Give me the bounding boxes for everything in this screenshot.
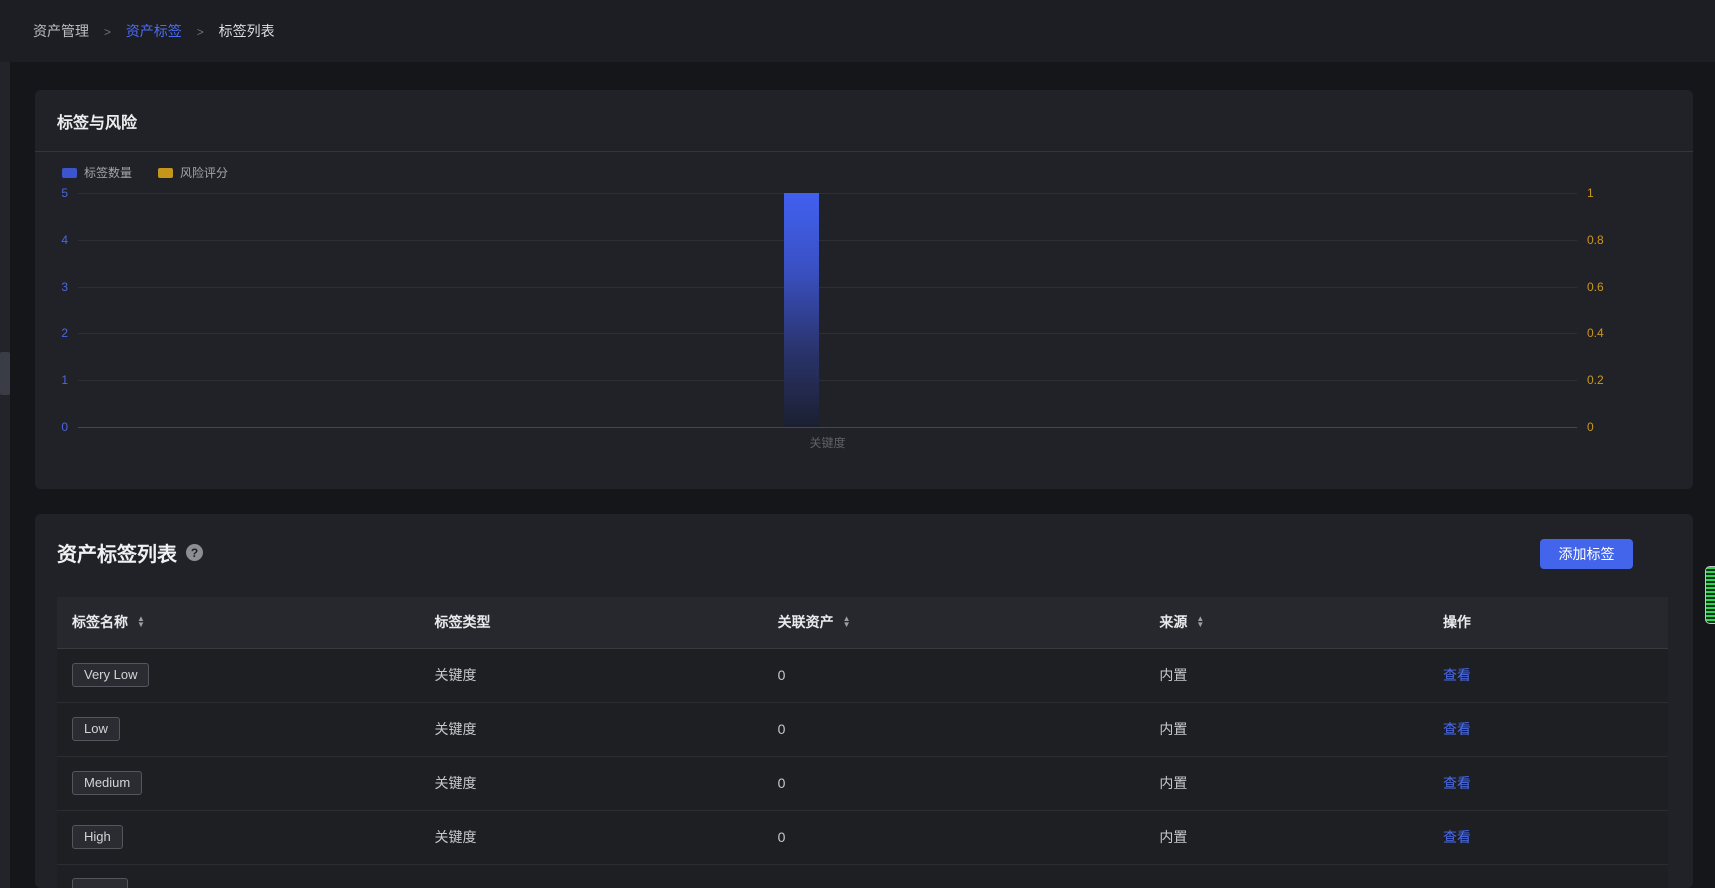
tag-type-cell: 关键度: [419, 648, 762, 702]
chart-card-header: 标签与风险: [35, 90, 1693, 152]
right-axis-tick: 1: [1587, 186, 1594, 200]
legend-item-risk-score[interactable]: 风险评分: [158, 164, 228, 181]
gridline: [78, 240, 1577, 241]
left-axis-tick: 3: [61, 280, 68, 294]
tag-name-badge: High: [72, 825, 123, 849]
breadcrumb: 资产管理 > 资产标签 > 标签列表: [33, 21, 275, 41]
legend-item-tag-count[interactable]: 标签数量: [62, 164, 132, 181]
column-header-actions: 操作: [1428, 597, 1668, 648]
right-edge-scrollbar-widget[interactable]: [1705, 566, 1715, 624]
bar-chart-plot: 5 4 3 2 1 0 1 0.8 0.6 0.4 0.2 0 关键度: [78, 193, 1577, 427]
legend-label: 风险评分: [180, 164, 228, 181]
column-header-tag-name[interactable]: 标签名称 ▲ ▼: [57, 597, 419, 648]
tag-name-badge: Medium: [72, 771, 142, 795]
legend-label: 标签数量: [84, 164, 132, 181]
tag-list-titlebar: 资产标签列表 ?: [57, 538, 203, 567]
view-link[interactable]: 查看: [1443, 721, 1471, 737]
tag-list-title: 资产标签列表: [57, 538, 177, 567]
breadcrumb-item-asset-tags[interactable]: 资产标签: [126, 23, 182, 39]
view-link[interactable]: 查看: [1443, 829, 1471, 845]
right-axis-tick: 0.4: [1587, 326, 1604, 340]
sort-icon[interactable]: ▲ ▼: [843, 616, 851, 628]
breadcrumb-bar: 资产管理 > 资产标签 > 标签列表: [0, 0, 1715, 62]
tag-list-card: 资产标签列表 ? 添加标签 标签名称 ▲: [35, 514, 1693, 888]
left-axis-tick: 5: [61, 186, 68, 200]
tag-name-badge: [72, 878, 128, 888]
right-axis-tick: 0.2: [1587, 373, 1604, 387]
source-cell: 内置: [1144, 810, 1428, 864]
tag-type-cell: 关键度: [419, 702, 762, 756]
left-rail: [0, 62, 10, 888]
source-cell: 内置: [1144, 702, 1428, 756]
column-label: 操作: [1443, 612, 1471, 632]
breadcrumb-item-asset-management[interactable]: 资产管理: [33, 23, 89, 39]
tag-name-badge: Very Low: [72, 663, 149, 687]
column-header-tag-type: 标签类型: [419, 597, 762, 648]
left-axis-tick: 4: [61, 233, 68, 247]
sort-icon[interactable]: ▲ ▼: [137, 616, 145, 628]
tag-type-cell: 关键度: [419, 810, 762, 864]
help-question-icon[interactable]: ?: [186, 544, 203, 561]
add-tag-button[interactable]: 添加标签: [1540, 539, 1633, 569]
column-label: 标签类型: [434, 612, 490, 632]
table-header-row: 标签名称 ▲ ▼ 标签类型 关联资产: [57, 597, 1668, 648]
column-label: 关联资产: [778, 612, 834, 632]
column-header-source[interactable]: 来源 ▲ ▼: [1144, 597, 1428, 648]
bar-tag-count[interactable]: [784, 193, 819, 427]
column-label: 来源: [1159, 612, 1187, 632]
sort-icon[interactable]: ▲ ▼: [1196, 616, 1204, 628]
source-cell: 内置: [1144, 648, 1428, 702]
view-link[interactable]: 查看: [1443, 667, 1471, 683]
x-axis-category-label: 关键度: [809, 434, 845, 451]
source-cell: 内置: [1144, 756, 1428, 810]
breadcrumb-item-tag-list: 标签列表: [219, 23, 275, 39]
x-axis-line: [78, 427, 1577, 428]
gridline: [78, 333, 1577, 334]
column-header-linked-assets[interactable]: 关联资产 ▲ ▼: [763, 597, 1145, 648]
view-link[interactable]: 查看: [1443, 775, 1471, 791]
gridline: [78, 287, 1577, 288]
gridline: [78, 380, 1577, 381]
legend-swatch-yellow-icon: [158, 168, 173, 178]
sort-down-icon: ▼: [1196, 622, 1204, 628]
table-row: Low 关键度 0 内置 查看: [57, 702, 1668, 756]
linked-assets-cell: 0: [763, 648, 1145, 702]
tag-table: 标签名称 ▲ ▼ 标签类型 关联资产: [57, 597, 1668, 888]
table-row: Very Low 关键度 0 内置 查看: [57, 648, 1668, 702]
linked-assets-cell: 0: [763, 702, 1145, 756]
linked-assets-cell: 0: [763, 756, 1145, 810]
right-axis-tick: 0.6: [1587, 280, 1604, 294]
right-axis-tick: 0.8: [1587, 233, 1604, 247]
tag-name-badge: Low: [72, 717, 120, 741]
left-rail-thumb[interactable]: [0, 352, 10, 395]
left-axis-tick: 0: [61, 420, 68, 434]
page-root: 资产管理 > 资产标签 > 标签列表 标签与风险 标签数量 风险评分: [0, 0, 1715, 888]
table-row: High 关键度 0 内置 查看: [57, 810, 1668, 864]
table-row: Medium 关键度 0 内置 查看: [57, 756, 1668, 810]
sort-down-icon: ▼: [843, 622, 851, 628]
tag-type-cell: 关键度: [419, 756, 762, 810]
chart-legend: 标签数量 风险评分: [62, 164, 228, 181]
column-label: 标签名称: [72, 612, 128, 632]
left-axis-tick: 2: [61, 326, 68, 340]
sort-down-icon: ▼: [137, 622, 145, 628]
gridline: [78, 193, 1577, 194]
chart-card-title: 标签与风险: [57, 109, 137, 133]
left-axis-tick: 1: [61, 373, 68, 387]
linked-assets-cell: 0: [763, 810, 1145, 864]
chart-card: 标签与风险 标签数量 风险评分 5 4 3 2 1: [35, 90, 1693, 489]
right-axis-tick: 0: [1587, 420, 1594, 434]
table-row-partial: [57, 864, 1668, 888]
legend-swatch-blue-icon: [62, 168, 77, 178]
breadcrumb-separator-icon: >: [197, 25, 204, 39]
breadcrumb-separator-icon: >: [104, 25, 111, 39]
